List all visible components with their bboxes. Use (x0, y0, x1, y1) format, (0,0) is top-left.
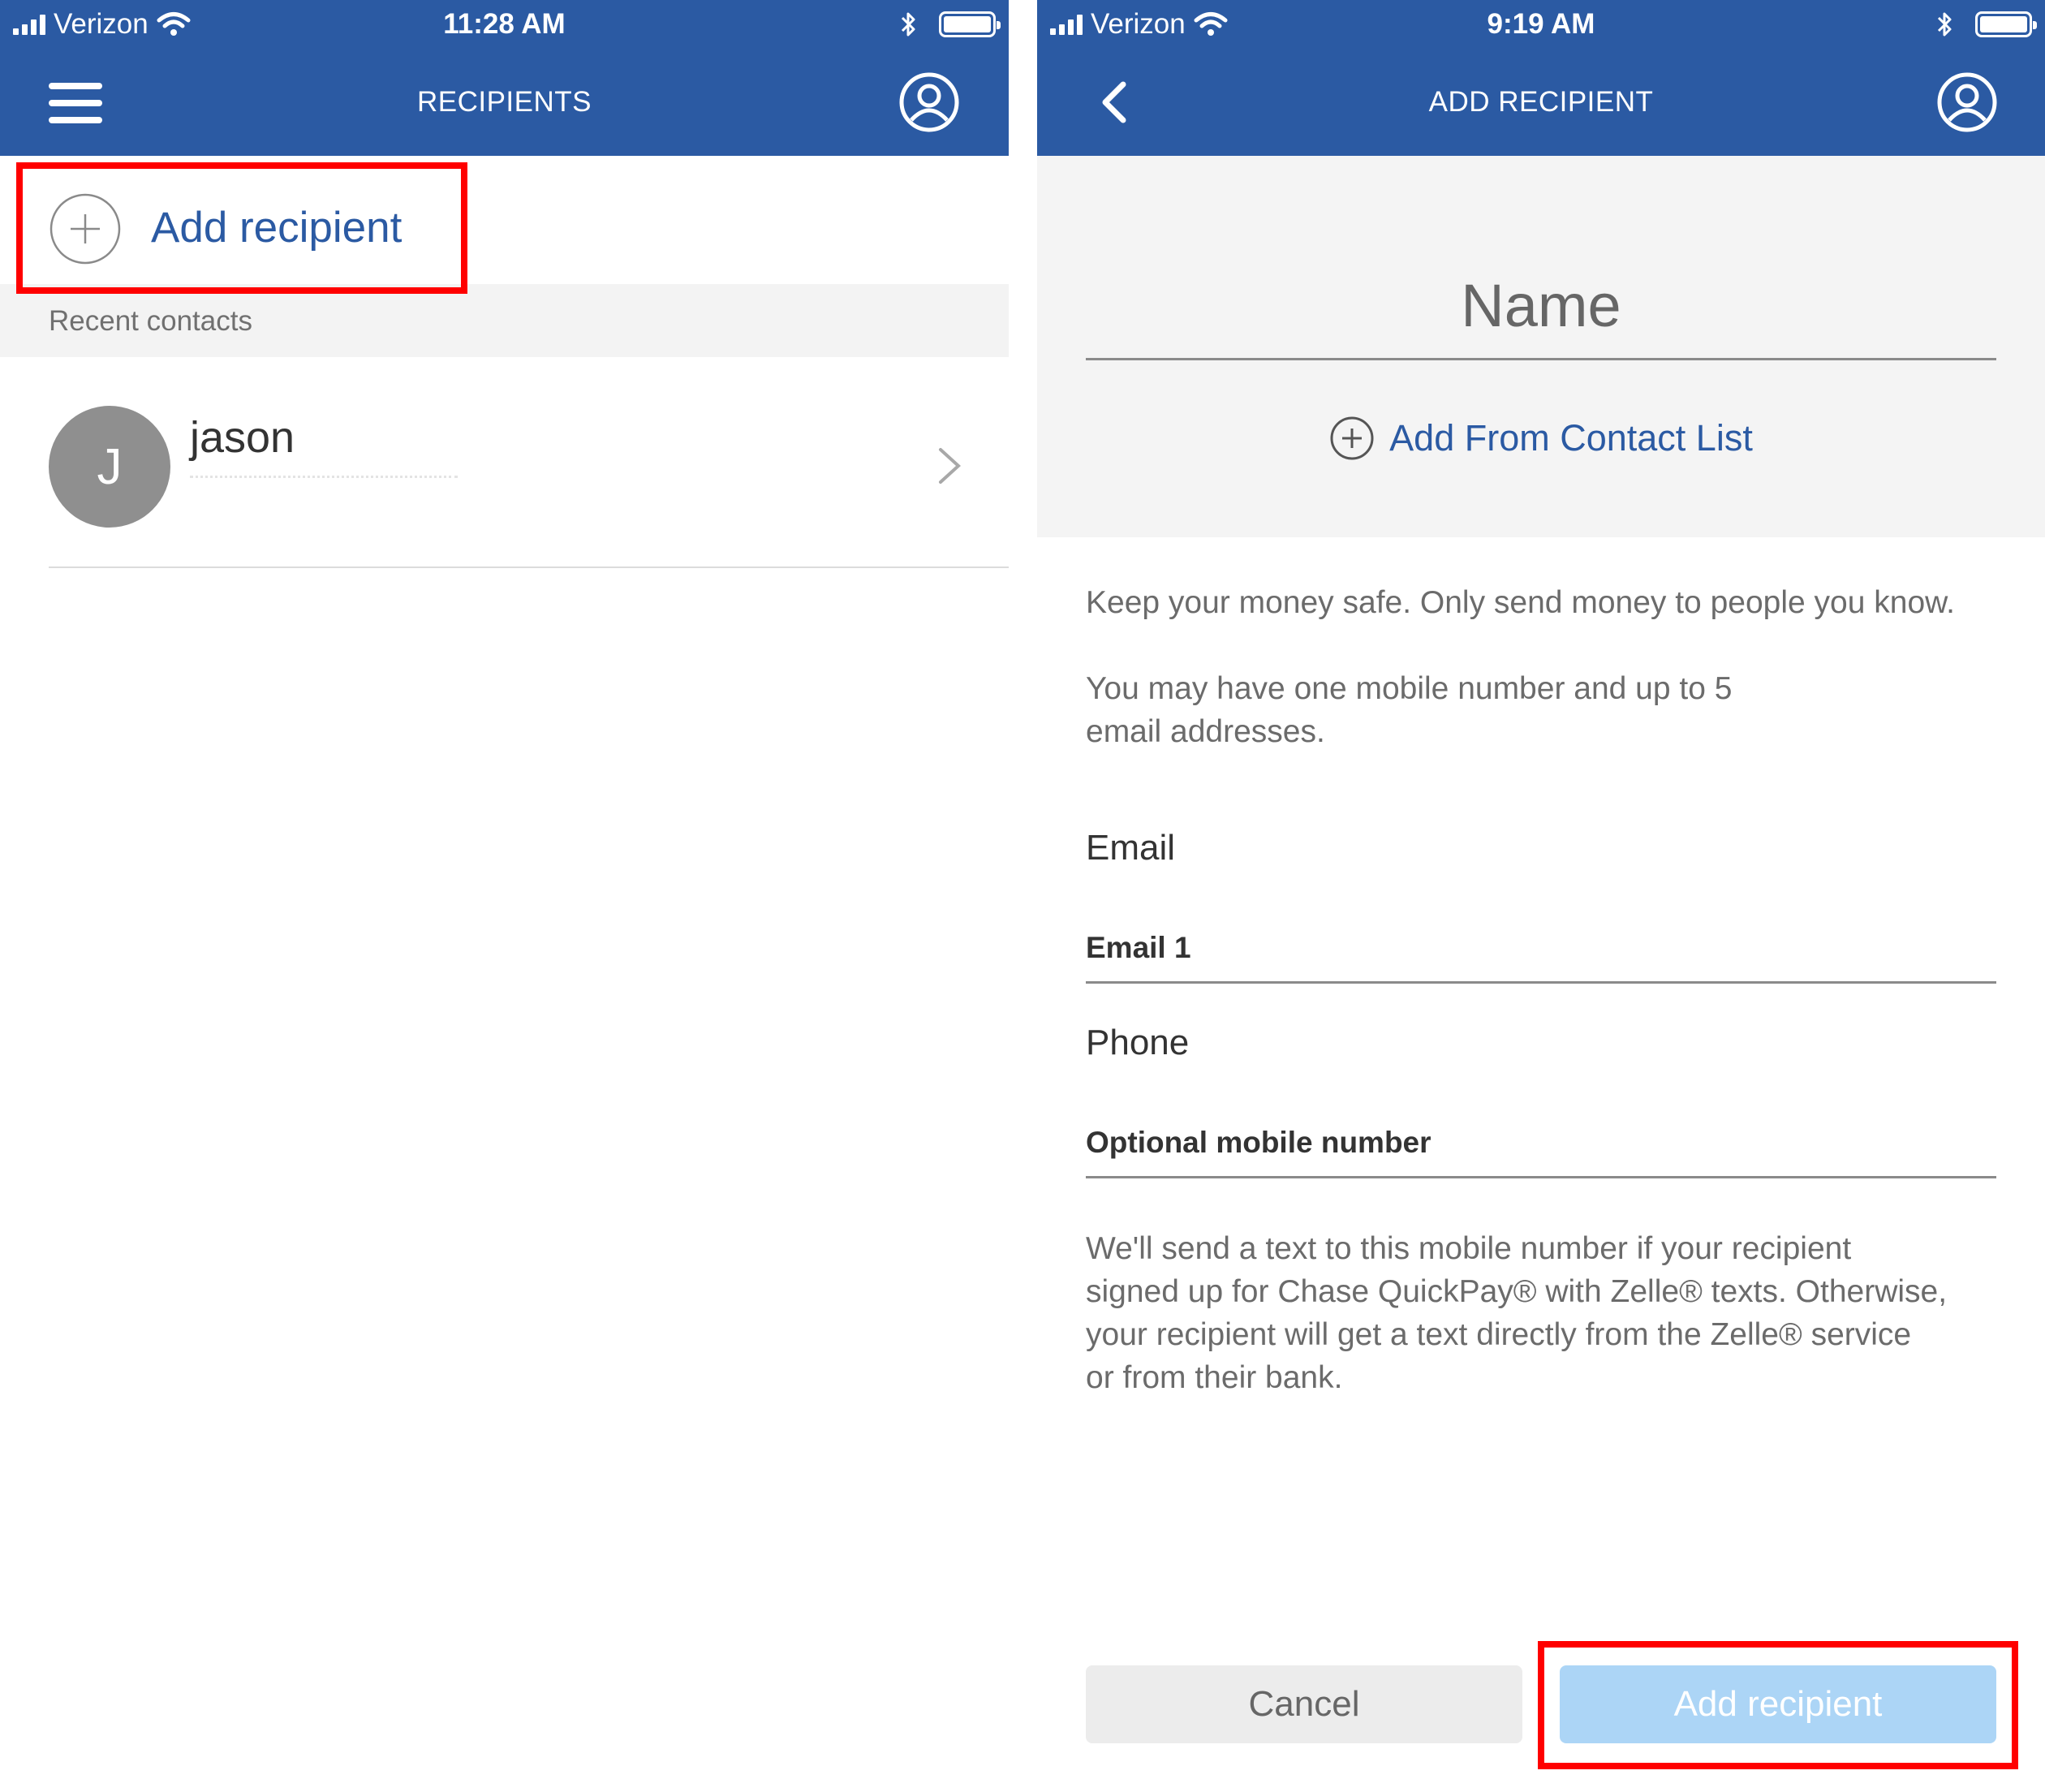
name-section: Add From Contact List (1037, 156, 2045, 537)
add-recipient-screen: Verizon 9:19 AM ADD RECIPIENT Name Add F… (1037, 0, 2045, 1792)
safety-notice: Keep your money safe. Only send money to… (1086, 585, 1955, 620)
email-label: Email (1086, 828, 1176, 868)
limit-notice-line-1: You may have one mobile number and up to… (1086, 671, 1733, 706)
text-notice-line-1: We'll send a text to this mobile number … (1086, 1231, 1852, 1266)
profile-icon[interactable] (1936, 71, 1998, 133)
bluetooth-icon (1937, 12, 1952, 37)
cancel-button[interactable]: Cancel (1086, 1665, 1522, 1743)
contact-name: jason (190, 413, 295, 462)
battery-icon (939, 11, 1001, 37)
status-right-group (1936, 10, 2037, 39)
contact-detail-redacted (190, 476, 458, 480)
phone-label: Phone (1086, 1023, 1190, 1062)
highlight-box (16, 162, 467, 294)
recent-contacts-label: Recent contacts (49, 305, 252, 337)
add-from-contact-list-button[interactable]: Add From Contact List (1037, 416, 2045, 461)
recipients-screen: Verizon 11:28 AM RECIPIENTS Add recipien… (0, 0, 1009, 1792)
status-time: 9:19 AM (1487, 8, 1595, 40)
add-from-contact-list-label: Add From Contact List (1389, 417, 1753, 459)
text-notice-line-3: your recipient will get a text directly … (1086, 1317, 1912, 1352)
status-bar: Verizon 9:19 AM (1037, 0, 2045, 52)
status-bar: Verizon 11:28 AM (0, 0, 1009, 52)
row-divider (49, 566, 1009, 568)
name-input[interactable] (1086, 253, 1996, 360)
app-header: Verizon 9:19 AM ADD RECIPIENT (1037, 0, 2045, 156)
status-right-group (900, 10, 1001, 39)
bluetooth-icon (901, 12, 915, 37)
email-field[interactable] (1086, 919, 1996, 984)
page-title: RECIPIENTS (416, 86, 592, 118)
text-notice-line-2: signed up for Chase QuickPay® with Zelle… (1086, 1274, 1948, 1309)
chevron-right-icon (939, 448, 961, 484)
phone-field[interactable] (1086, 1114, 1996, 1178)
recent-contacts-header: Recent contacts (0, 284, 1009, 357)
highlight-box (1538, 1641, 2018, 1769)
battery-icon (1975, 11, 2037, 37)
limit-notice-line-2: email addresses. (1086, 714, 1325, 749)
text-notice-line-4: or from their bank. (1086, 1360, 1343, 1395)
list-item[interactable]: J jason (0, 357, 1009, 568)
plus-circle-icon (1330, 416, 1374, 460)
profile-icon[interactable] (898, 71, 960, 133)
status-time: 11:28 AM (443, 8, 566, 40)
app-header: Verizon 11:28 AM RECIPIENTS (0, 0, 1009, 156)
page-title: ADD RECIPIENT (1428, 86, 1654, 118)
panel-gap (1009, 0, 1037, 1792)
avatar: J (49, 406, 170, 528)
